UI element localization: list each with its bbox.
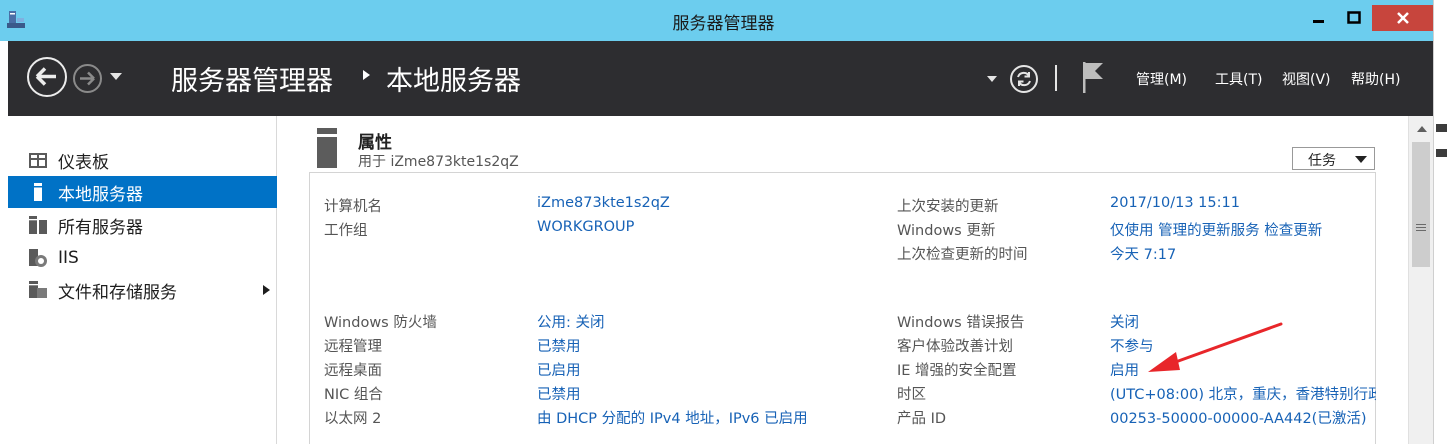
section-subtitle: 用于 iZme873kte1s2qZ: [358, 154, 519, 170]
breadcrumb-separator-icon: [363, 70, 370, 80]
sidebar-item-iis[interactable]: IIS: [8, 242, 277, 274]
refresh-icon[interactable]: [1009, 64, 1039, 94]
sidebar-item-label: 本地服务器: [58, 184, 143, 205]
prop-value-link[interactable]: 仅使用 管理的更新服务 检查更新: [1110, 219, 1322, 240]
menu-manage[interactable]: 管理(M): [1136, 69, 1187, 89]
title-bar: 服务器管理器: [0, 0, 1447, 41]
breadcrumb-current: 本地服务器: [386, 66, 521, 97]
prop-label: 上次安装的更新: [897, 199, 999, 215]
sidebar: 仪表板 本地服务器 所有服务器 IIS 文件和存储服务: [8, 116, 277, 444]
scrollbar-thumb[interactable]: [1412, 142, 1430, 267]
servers-icon: [29, 216, 47, 234]
tasks-dropdown-button[interactable]: 任务: [1292, 147, 1375, 170]
main-content: 属性 用于 iZme873kte1s2qZ 任务 计算机名 iZme873kte…: [278, 116, 1408, 444]
adjacent-window-edge: [1433, 0, 1447, 444]
properties-panel: 计算机名 iZme873kte1s2qZ 工作组 WORKGROUP Windo…: [309, 172, 1376, 444]
header-bar: 服务器管理器 本地服务器 管理(M) 工具(T) 视图(V) 帮助(H): [8, 41, 1433, 116]
sidebar-item-file-storage[interactable]: 文件和存储服务: [8, 274, 277, 306]
section-title: 属性: [358, 133, 392, 153]
sidebar-item-label: 仪表板: [58, 152, 109, 173]
edge-fragment: [1436, 124, 1447, 132]
close-button[interactable]: [1372, 5, 1433, 31]
maximize-button[interactable]: [1337, 5, 1371, 31]
tasks-label: 任务: [1308, 153, 1336, 169]
prop-value-link[interactable]: 由 DHCP 分配的 IPv4 地址，IPv6 已启用: [537, 407, 808, 428]
breadcrumb-root[interactable]: 服务器管理器: [171, 59, 333, 98]
prop-label: 上次检查更新的时间: [897, 247, 1028, 263]
prop-value-link[interactable]: (UTC+08:00) 北京，重庆，香港特别行政: [1110, 383, 1376, 404]
sidebar-item-label: IIS: [58, 248, 79, 268]
prop-value-link[interactable]: 公用: 关闭: [537, 311, 605, 332]
chevron-right-icon[interactable]: [263, 285, 270, 295]
prop-value-link[interactable]: iZme873kte1s2qZ: [537, 195, 670, 211]
header-divider: [1055, 65, 1057, 91]
prop-label: 产品 ID: [897, 411, 947, 427]
sidebar-item-all-servers[interactable]: 所有服务器: [8, 209, 277, 241]
notifications-flag-icon[interactable]: [1081, 60, 1105, 94]
prop-label: 远程桌面: [324, 363, 382, 379]
prop-label: 计算机名: [324, 199, 382, 215]
chevron-down-icon: [1355, 156, 1367, 163]
scrollbar-grip-icon: [1416, 224, 1426, 231]
window-title: 服务器管理器: [672, 14, 775, 34]
back-button[interactable]: [27, 57, 67, 97]
history-dropdown-icon[interactable]: [110, 73, 122, 80]
annotation-arrow-icon: [1148, 322, 1283, 372]
minimize-button[interactable]: [1302, 5, 1336, 31]
prop-value-link[interactable]: 今天 7:17: [1110, 243, 1176, 264]
maximize-icon: [1347, 11, 1361, 24]
prop-value-link[interactable]: 已启用: [537, 359, 581, 380]
prop-value-link[interactable]: WORKGROUP: [537, 219, 634, 235]
back-arrow-icon: [35, 67, 56, 86]
prop-value-link[interactable]: 已禁用: [537, 335, 581, 356]
prop-label: 时区: [897, 387, 926, 403]
sidebar-item-dashboard[interactable]: 仪表板: [8, 144, 277, 176]
menu-tools[interactable]: 工具(T): [1215, 69, 1262, 89]
prop-label: Windows 更新: [897, 223, 996, 239]
server-section-icon: [317, 128, 337, 168]
server-icon: [34, 183, 42, 201]
sidebar-item-label: 所有服务器: [58, 217, 143, 238]
prop-value-link[interactable]: 启用: [1110, 359, 1139, 380]
dashboard-icon: [29, 153, 47, 168]
vertical-scrollbar[interactable]: [1408, 116, 1433, 444]
prop-label: IE 增强的安全配置: [897, 363, 1017, 379]
prop-label: 以太网 2: [324, 411, 382, 427]
menu-help[interactable]: 帮助(H): [1351, 69, 1400, 89]
storage-icon: [29, 281, 47, 298]
edge-fragment: [1436, 149, 1447, 157]
breadcrumb-dropdown-icon[interactable]: [987, 76, 997, 82]
scroll-up-icon[interactable]: [1417, 126, 1427, 132]
minimize-icon: [1313, 20, 1324, 23]
close-icon: [1396, 12, 1409, 24]
forward-arrow-icon: [80, 71, 95, 86]
prop-label: 客户体验改善计划: [897, 339, 1013, 355]
prop-value-link[interactable]: 2017/10/13 15:11: [1110, 195, 1240, 211]
prop-label: 远程管理: [324, 339, 382, 355]
prop-value-link[interactable]: 00253-50000-00000-AA442(已激活): [1110, 407, 1367, 428]
prop-label: Windows 防火墙: [324, 315, 437, 331]
prop-label: 工作组: [324, 223, 368, 239]
prop-label: Windows 错误报告: [897, 315, 1025, 331]
prop-label: NIC 组合: [324, 387, 383, 403]
sidebar-item-local-server[interactable]: 本地服务器: [8, 176, 277, 208]
prop-value-link[interactable]: 已禁用: [537, 383, 581, 404]
iis-icon: [29, 249, 47, 267]
menu-view[interactable]: 视图(V): [1282, 69, 1331, 89]
prop-value-link[interactable]: 关闭: [1110, 311, 1139, 332]
forward-button[interactable]: [73, 64, 102, 93]
sidebar-item-label: 文件和存储服务: [58, 282, 177, 303]
